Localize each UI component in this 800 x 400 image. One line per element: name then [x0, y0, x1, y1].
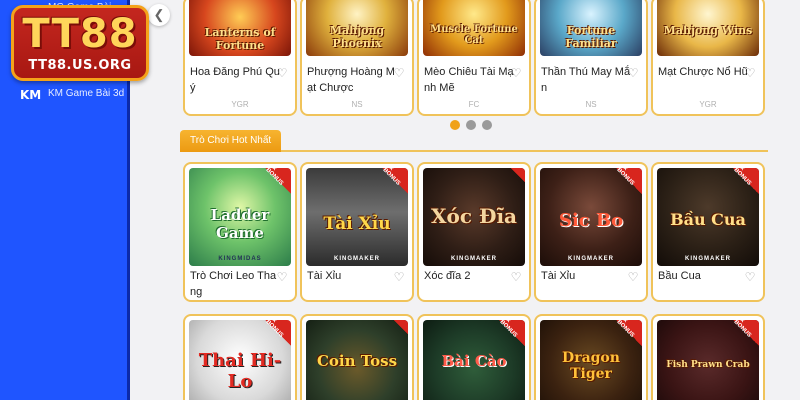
- game-thumbnail: Lanterns of Fortune: [189, 0, 291, 56]
- game-card[interactable]: Fortune Familiar Thần Thú May Mắn ♡ NS: [534, 0, 648, 116]
- game-name: Mèo Chiêu Tài Mạnh Mẽ: [424, 66, 514, 94]
- game-title-art: Tài Xỉu: [323, 214, 391, 234]
- pagination-dot[interactable]: [466, 120, 476, 130]
- game-card[interactable]: 2x BONUS Sic Bo KINGMAKER Tài Xỉu ♡: [534, 162, 648, 302]
- bonus-ribbon: [394, 320, 408, 334]
- game-title-art: Xóc Đĩa: [430, 204, 518, 228]
- logo-domain: TT88.US.ORG: [28, 57, 132, 73]
- section-title[interactable]: Trò Chơi Hot Nhất: [180, 130, 282, 152]
- game-provider: NS: [585, 100, 597, 109]
- game-thumbnail: 2x BONUS Dragon Tiger: [540, 320, 642, 400]
- bonus-ribbon: 2x BONUS: [615, 320, 642, 346]
- bonus-ribbon: 2x BONUS: [264, 168, 291, 194]
- game-title-art: Thai Hi-Lo: [198, 350, 282, 392]
- game-name: Thần Thú May Mắn: [541, 66, 631, 94]
- game-name: Tài Xỉu: [307, 270, 342, 282]
- bonus-ribbon: 2x BONUS: [381, 168, 408, 194]
- logo-title: TT88: [22, 10, 138, 57]
- pagination-dot[interactable]: [482, 120, 492, 130]
- game-name: Xóc đĩa 2: [424, 270, 471, 282]
- studio-badge: KINGMAKER: [685, 256, 731, 262]
- game-card[interactable]: 2x BONUS Thai Hi-Lo: [183, 314, 297, 400]
- game-thumbnail: Muscle Fortune Cat: [423, 0, 525, 56]
- game-thumbnail: Mahjong Phoenix: [306, 0, 408, 56]
- heart-outline-icon[interactable]: ♡: [626, 270, 640, 284]
- heart-outline-icon[interactable]: ♡: [509, 66, 523, 80]
- game-name: Trò Chơi Leo Thang: [190, 270, 277, 298]
- heart-outline-icon[interactable]: ♡: [275, 66, 289, 80]
- bonus-ribbon: [511, 168, 525, 182]
- studio-badge: KINGMIDAS: [218, 256, 262, 262]
- game-card[interactable]: 2x BONUS Fish Prawn Crab: [651, 314, 765, 400]
- game-title-art: Sic Bo: [558, 210, 624, 231]
- game-card[interactable]: Mahjong Phoenix Phượng Hoàng Mạt Chược ♡…: [300, 0, 414, 116]
- sidebar-item-km-game-bai-3d[interactable]: KM KM Game Bài 3d: [20, 88, 128, 102]
- heart-outline-icon[interactable]: ♡: [275, 270, 289, 284]
- game-card[interactable]: Coin Toss: [300, 314, 414, 400]
- game-card[interactable]: Xóc Đĩa KINGMAKER Xóc đĩa 2 ♡: [417, 162, 531, 302]
- chevron-left-icon[interactable]: ❮: [148, 4, 170, 26]
- heart-outline-icon[interactable]: ♡: [509, 270, 523, 284]
- game-card[interactable]: 2x BONUS Ladder Game KINGMIDAS Trò Chơi …: [183, 162, 297, 302]
- bonus-ribbon: 2x BONUS: [732, 320, 759, 346]
- game-card[interactable]: Mahjong Wins Mạt Chược Nổ Hũ ♡ YGR: [651, 0, 765, 116]
- game-thumbnail: 2x BONUS Ladder Game KINGMIDAS: [189, 168, 291, 266]
- heart-outline-icon[interactable]: ♡: [626, 66, 640, 80]
- game-title-art: Bài Cào: [441, 352, 507, 370]
- km-icon: KM: [20, 88, 42, 102]
- heart-outline-icon[interactable]: ♡: [392, 66, 406, 80]
- game-card[interactable]: 2x BONUS Dragon Tiger: [534, 314, 648, 400]
- game-thumbnail: 2x BONUS Bài Cào: [423, 320, 525, 400]
- heart-outline-icon[interactable]: ♡: [743, 66, 757, 80]
- game-name: Phượng Hoàng Mạt Chược: [307, 66, 395, 94]
- game-thumbnail: Xóc Đĩa KINGMAKER: [423, 168, 525, 266]
- game-card[interactable]: Muscle Fortune Cat Mèo Chiêu Tài Mạnh Mẽ…: [417, 0, 531, 116]
- section-header: Trò Chơi Hot Nhất: [180, 130, 768, 152]
- game-title-art: Dragon Tiger: [562, 350, 620, 382]
- game-title-art: Mahjong Phoenix: [329, 24, 385, 50]
- game-title-art: Bầu Cua: [670, 210, 746, 229]
- studio-badge: KINGMAKER: [334, 256, 380, 262]
- pagination-dot-active[interactable]: [450, 120, 460, 130]
- game-title-art: Lanterns of Fortune: [204, 26, 276, 52]
- studio-badge: KINGMAKER: [568, 256, 614, 262]
- game-provider: NS: [351, 100, 363, 109]
- game-provider: YGR: [699, 100, 717, 109]
- heart-outline-icon[interactable]: ♡: [743, 270, 757, 284]
- game-title-art: Muscle Fortune Cat: [430, 24, 518, 46]
- carousel-pagination: [450, 120, 492, 130]
- studio-badge: KINGMAKER: [451, 256, 497, 262]
- game-title-art: Ladder Game: [210, 206, 270, 242]
- bonus-ribbon: 2x BONUS: [732, 168, 759, 194]
- game-name: Tài Xỉu: [541, 270, 576, 282]
- game-card[interactable]: 2x BONUS Bầu Cua KINGMAKER Bầu Cua ♡: [651, 162, 765, 302]
- game-title-art: Fish Prawn Crab: [666, 360, 750, 370]
- game-thumbnail: 2x BONUS Thai Hi-Lo: [189, 320, 291, 400]
- game-thumbnail: 2x BONUS Sic Bo KINGMAKER: [540, 168, 642, 266]
- bonus-ribbon: 2x BONUS: [498, 320, 525, 346]
- game-thumbnail: 2x BONUS Tài Xỉu KINGMAKER: [306, 168, 408, 266]
- game-thumbnail: 2x BONUS Bầu Cua KINGMAKER: [657, 168, 759, 266]
- game-title-art: Coin Toss: [316, 352, 398, 370]
- game-card[interactable]: Lanterns of Fortune Hoa Đăng Phú Quý ♡ Y…: [183, 0, 297, 116]
- heart-outline-icon[interactable]: ♡: [392, 270, 406, 284]
- site-logo[interactable]: TT88 TT88.US.ORG: [11, 5, 149, 81]
- game-thumbnail: Fortune Familiar: [540, 0, 642, 56]
- game-card[interactable]: 2x BONUS Tài Xỉu KINGMAKER Tài Xỉu ♡: [300, 162, 414, 302]
- game-name: Bầu Cua: [658, 270, 701, 282]
- game-title-art: Fortune Familiar: [565, 24, 617, 50]
- game-provider: YGR: [231, 100, 249, 109]
- game-card[interactable]: 2x BONUS Bài Cào: [417, 314, 531, 400]
- bonus-ribbon: 2x BONUS: [264, 320, 291, 346]
- game-name: Mạt Chược Nổ Hũ: [658, 66, 748, 78]
- game-thumbnail: 2x BONUS Fish Prawn Crab: [657, 320, 759, 400]
- game-thumbnail: Mahjong Wins: [657, 0, 759, 56]
- game-provider: FC: [468, 100, 480, 109]
- game-thumbnail: Coin Toss: [306, 320, 408, 400]
- bonus-ribbon: 2x BONUS: [615, 168, 642, 194]
- game-title-art: Mahjong Wins: [663, 24, 753, 37]
- sidebar-item-label: KM Game Bài 3d: [48, 88, 125, 99]
- game-name: Hoa Đăng Phú Quý: [190, 66, 280, 94]
